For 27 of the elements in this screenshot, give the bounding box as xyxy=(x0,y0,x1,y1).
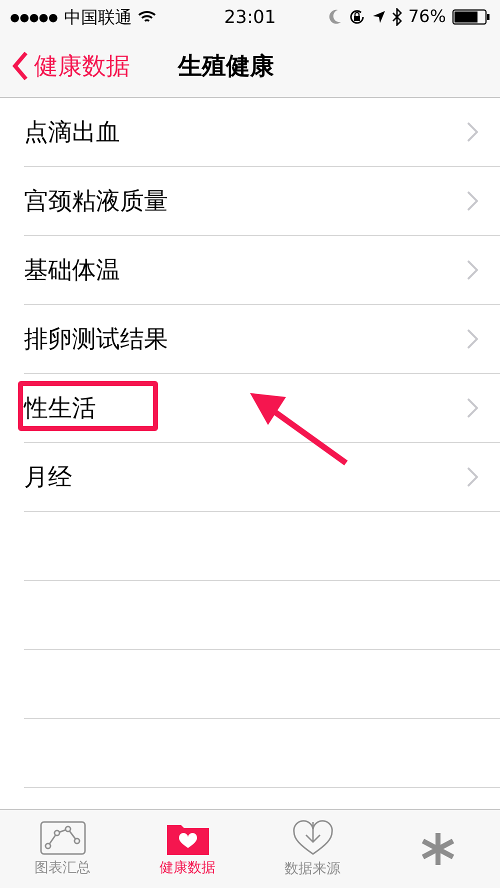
battery-icon xyxy=(452,9,490,25)
list-item[interactable]: 宫颈粘液质量 xyxy=(24,167,500,236)
rotation-lock-icon xyxy=(348,8,366,26)
list-item[interactable]: 点滴出血 xyxy=(24,98,500,167)
chevron-right-icon xyxy=(467,467,478,487)
carrier-name: 中国联通 xyxy=(64,6,132,28)
chevron-right-icon xyxy=(467,398,478,418)
moon-icon xyxy=(328,9,342,25)
battery-percentage: 76% xyxy=(408,7,446,27)
signal-strength: ●●●●● xyxy=(10,10,58,24)
list-item[interactable]: 排卵测试结果 xyxy=(24,305,500,374)
page-title: 生殖健康 xyxy=(178,50,274,82)
list-item[interactable]: 月经 xyxy=(24,443,500,512)
chevron-left-icon xyxy=(12,50,28,80)
chart-icon xyxy=(40,821,86,855)
location-icon xyxy=(372,10,386,24)
chevron-right-icon xyxy=(467,122,478,142)
chevron-right-icon xyxy=(467,329,478,349)
chevron-right-icon xyxy=(467,191,478,211)
heart-download-icon xyxy=(292,820,334,856)
back-button[interactable]: 健康数据 xyxy=(12,50,130,82)
bluetooth-icon xyxy=(392,8,402,26)
list-item[interactable]: 基础体温 xyxy=(24,236,500,305)
tab-bar-item[interactable]: 健康数据 xyxy=(125,810,250,888)
wifi-icon xyxy=(138,10,156,24)
clock: 23:01 xyxy=(224,7,276,28)
chevron-right-icon xyxy=(467,260,478,280)
